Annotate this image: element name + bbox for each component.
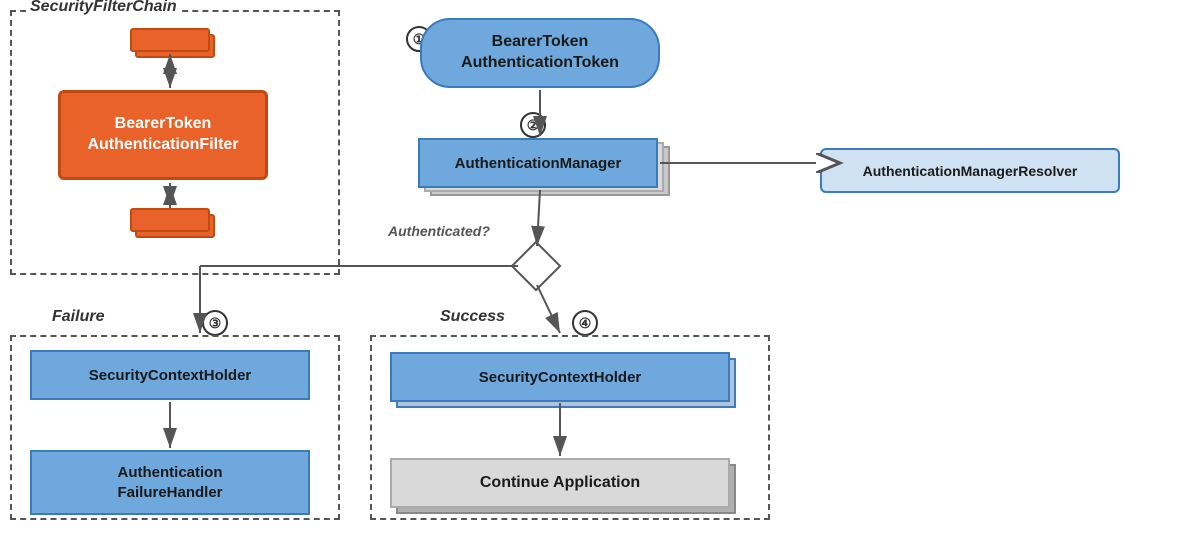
continue-application-label: Continue Application: [480, 474, 640, 492]
success-label: Success: [440, 308, 505, 326]
orange-bar-bottom-group: [130, 208, 220, 260]
bearer-authentication-filter-label: BearerTokenAuthenticationFilter: [87, 114, 238, 156]
auth-resolver-label: AuthenticationManagerResolver: [863, 163, 1078, 179]
diagram-container: SecurityFilterChain BearerTokenAuthentic…: [0, 0, 1191, 544]
bearer-token-label: BearerTokenAuthenticationToken: [461, 32, 619, 74]
arrow-success-down: [537, 285, 560, 333]
arrow-manager-to-diamond: [537, 190, 540, 246]
auth-manager-box: AuthenticationManager: [418, 138, 658, 188]
security-context-holder-failure: SecurityContextHolder: [30, 350, 310, 400]
decision-diamond: [511, 241, 562, 292]
auth-failure-handler-label: AuthenticationFailureHandler: [117, 463, 222, 502]
auth-manager-label: AuthenticationManager: [455, 155, 622, 172]
authenticated-label: Authenticated?: [388, 223, 490, 239]
security-context-holder-failure-label: SecurityContextHolder: [89, 367, 252, 384]
security-context-holder-success-label: SecurityContextHolder: [479, 369, 642, 386]
step2-badge: ②: [520, 112, 546, 138]
failure-label: Failure: [52, 308, 104, 326]
bearer-token-box: BearerTokenAuthenticationToken: [420, 18, 660, 88]
step3-badge: ③: [202, 310, 228, 336]
continue-application-box: Continue Application: [390, 458, 730, 508]
authentication-failure-handler-box: AuthenticationFailureHandler: [30, 450, 310, 515]
step4-badge: ④: [572, 310, 598, 336]
security-filter-chain-label: SecurityFilterChain: [26, 0, 181, 16]
orange-bar-top-group: [130, 28, 220, 80]
security-context-holder-success: SecurityContextHolder: [390, 352, 730, 402]
orange-bar-top-front: [130, 28, 210, 52]
auth-manager-container: AuthenticationManager: [418, 138, 668, 193]
orange-bar-bottom-front: [130, 208, 210, 232]
bearer-authentication-filter-box: BearerTokenAuthenticationFilter: [58, 90, 268, 180]
auth-resolver-box: AuthenticationManagerResolver: [820, 148, 1120, 193]
